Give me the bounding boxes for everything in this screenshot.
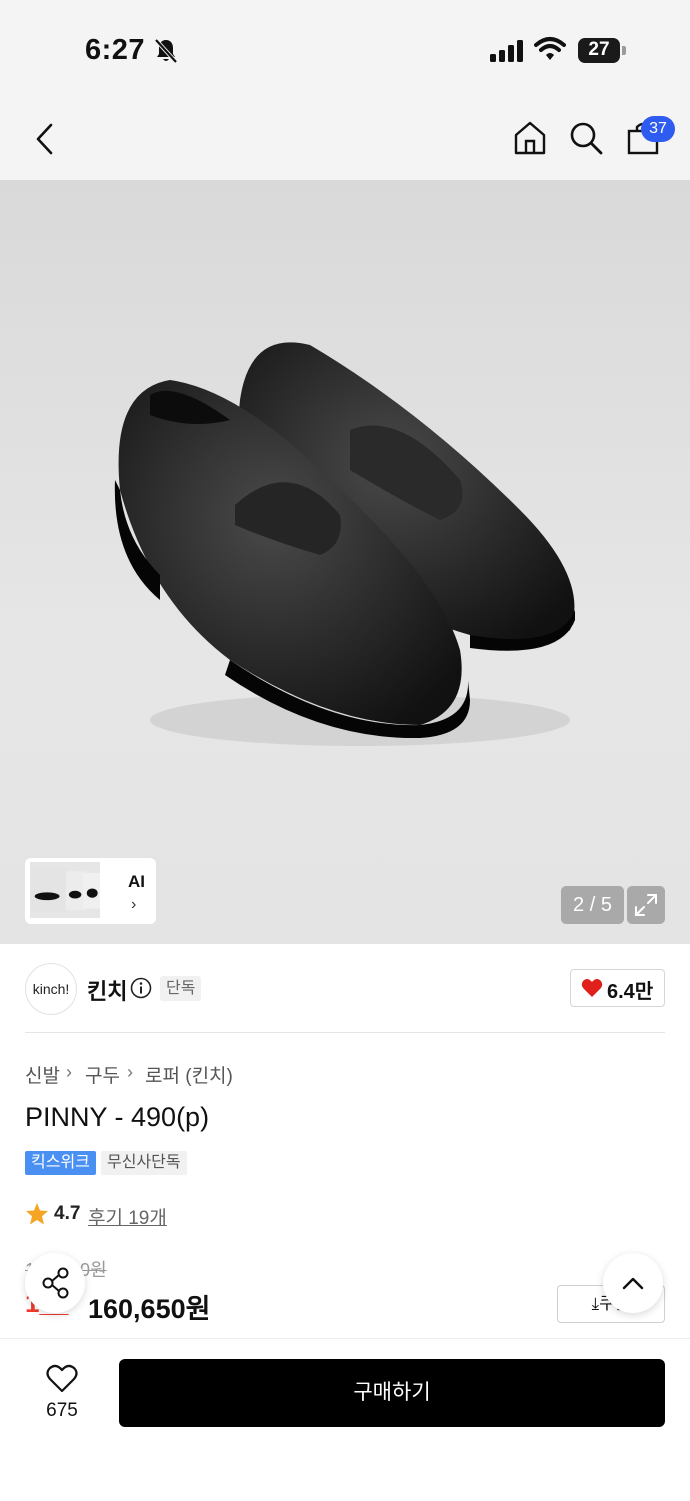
buy-button[interactable]: 구매하기: [119, 1359, 665, 1427]
back-icon[interactable]: [34, 122, 56, 156]
product-image[interactable]: [0, 180, 690, 944]
bell-muted-icon: [154, 38, 178, 64]
thumbnail-shoes-image: [30, 862, 100, 918]
rating-score: 4.7: [54, 1203, 81, 1224]
sale-price: 160,650원: [88, 1294, 211, 1324]
chevron-right-icon: ›: [127, 1062, 133, 1082]
divider: [25, 1032, 665, 1033]
breadcrumb-item[interactable]: 로퍼 (킨치): [145, 1061, 233, 1088]
breadcrumb-item[interactable]: 신발: [25, 1061, 60, 1088]
home-icon[interactable]: [512, 120, 548, 156]
search-icon[interactable]: [568, 120, 604, 156]
chevron-right-icon: ›: [131, 896, 137, 913]
wish-count: 675: [46, 1400, 78, 1421]
battery-level: 27: [588, 39, 610, 60]
chevron-right-icon: ›: [66, 1062, 72, 1082]
like-count: 6.4만: [607, 981, 654, 1003]
heart-icon[interactable]: [46, 1364, 78, 1394]
expand-button[interactable]: [627, 886, 665, 924]
wifi-icon: [534, 37, 566, 60]
ai-label: AI: [128, 872, 145, 891]
reviews-link[interactable]: 후기 19개: [88, 1203, 167, 1230]
battery-indicator: 27: [578, 38, 620, 63]
breadcrumb-item[interactable]: 구두: [85, 1061, 120, 1088]
share-button[interactable]: [25, 1253, 85, 1313]
heart-filled-icon: [581, 979, 603, 997]
status-time: 6:27: [85, 34, 146, 66]
expand-icon: [635, 894, 657, 916]
info-icon[interactable]: [130, 977, 152, 999]
battery-tip: [622, 46, 626, 55]
chevron-up-icon: [622, 1277, 644, 1290]
product-title: PINNY - 490(p): [25, 1102, 210, 1132]
brand-name[interactable]: 킨치: [87, 974, 127, 1006]
signal-icon: [490, 40, 523, 62]
share-icon: [42, 1267, 69, 1299]
image-counter: 2 / 5: [561, 886, 624, 924]
event-tag: 킥스위크: [25, 1151, 96, 1175]
exclusive-badge: 단독: [160, 976, 202, 1001]
star-icon: [26, 1203, 48, 1225]
brand-logo[interactable]: kinch!: [25, 963, 77, 1015]
exclusive-tag: 무신사단독: [101, 1151, 187, 1175]
scroll-top-button[interactable]: [603, 1253, 663, 1313]
cart-count-badge: 37: [641, 116, 675, 142]
loafer-shoes-image: [114, 342, 575, 746]
